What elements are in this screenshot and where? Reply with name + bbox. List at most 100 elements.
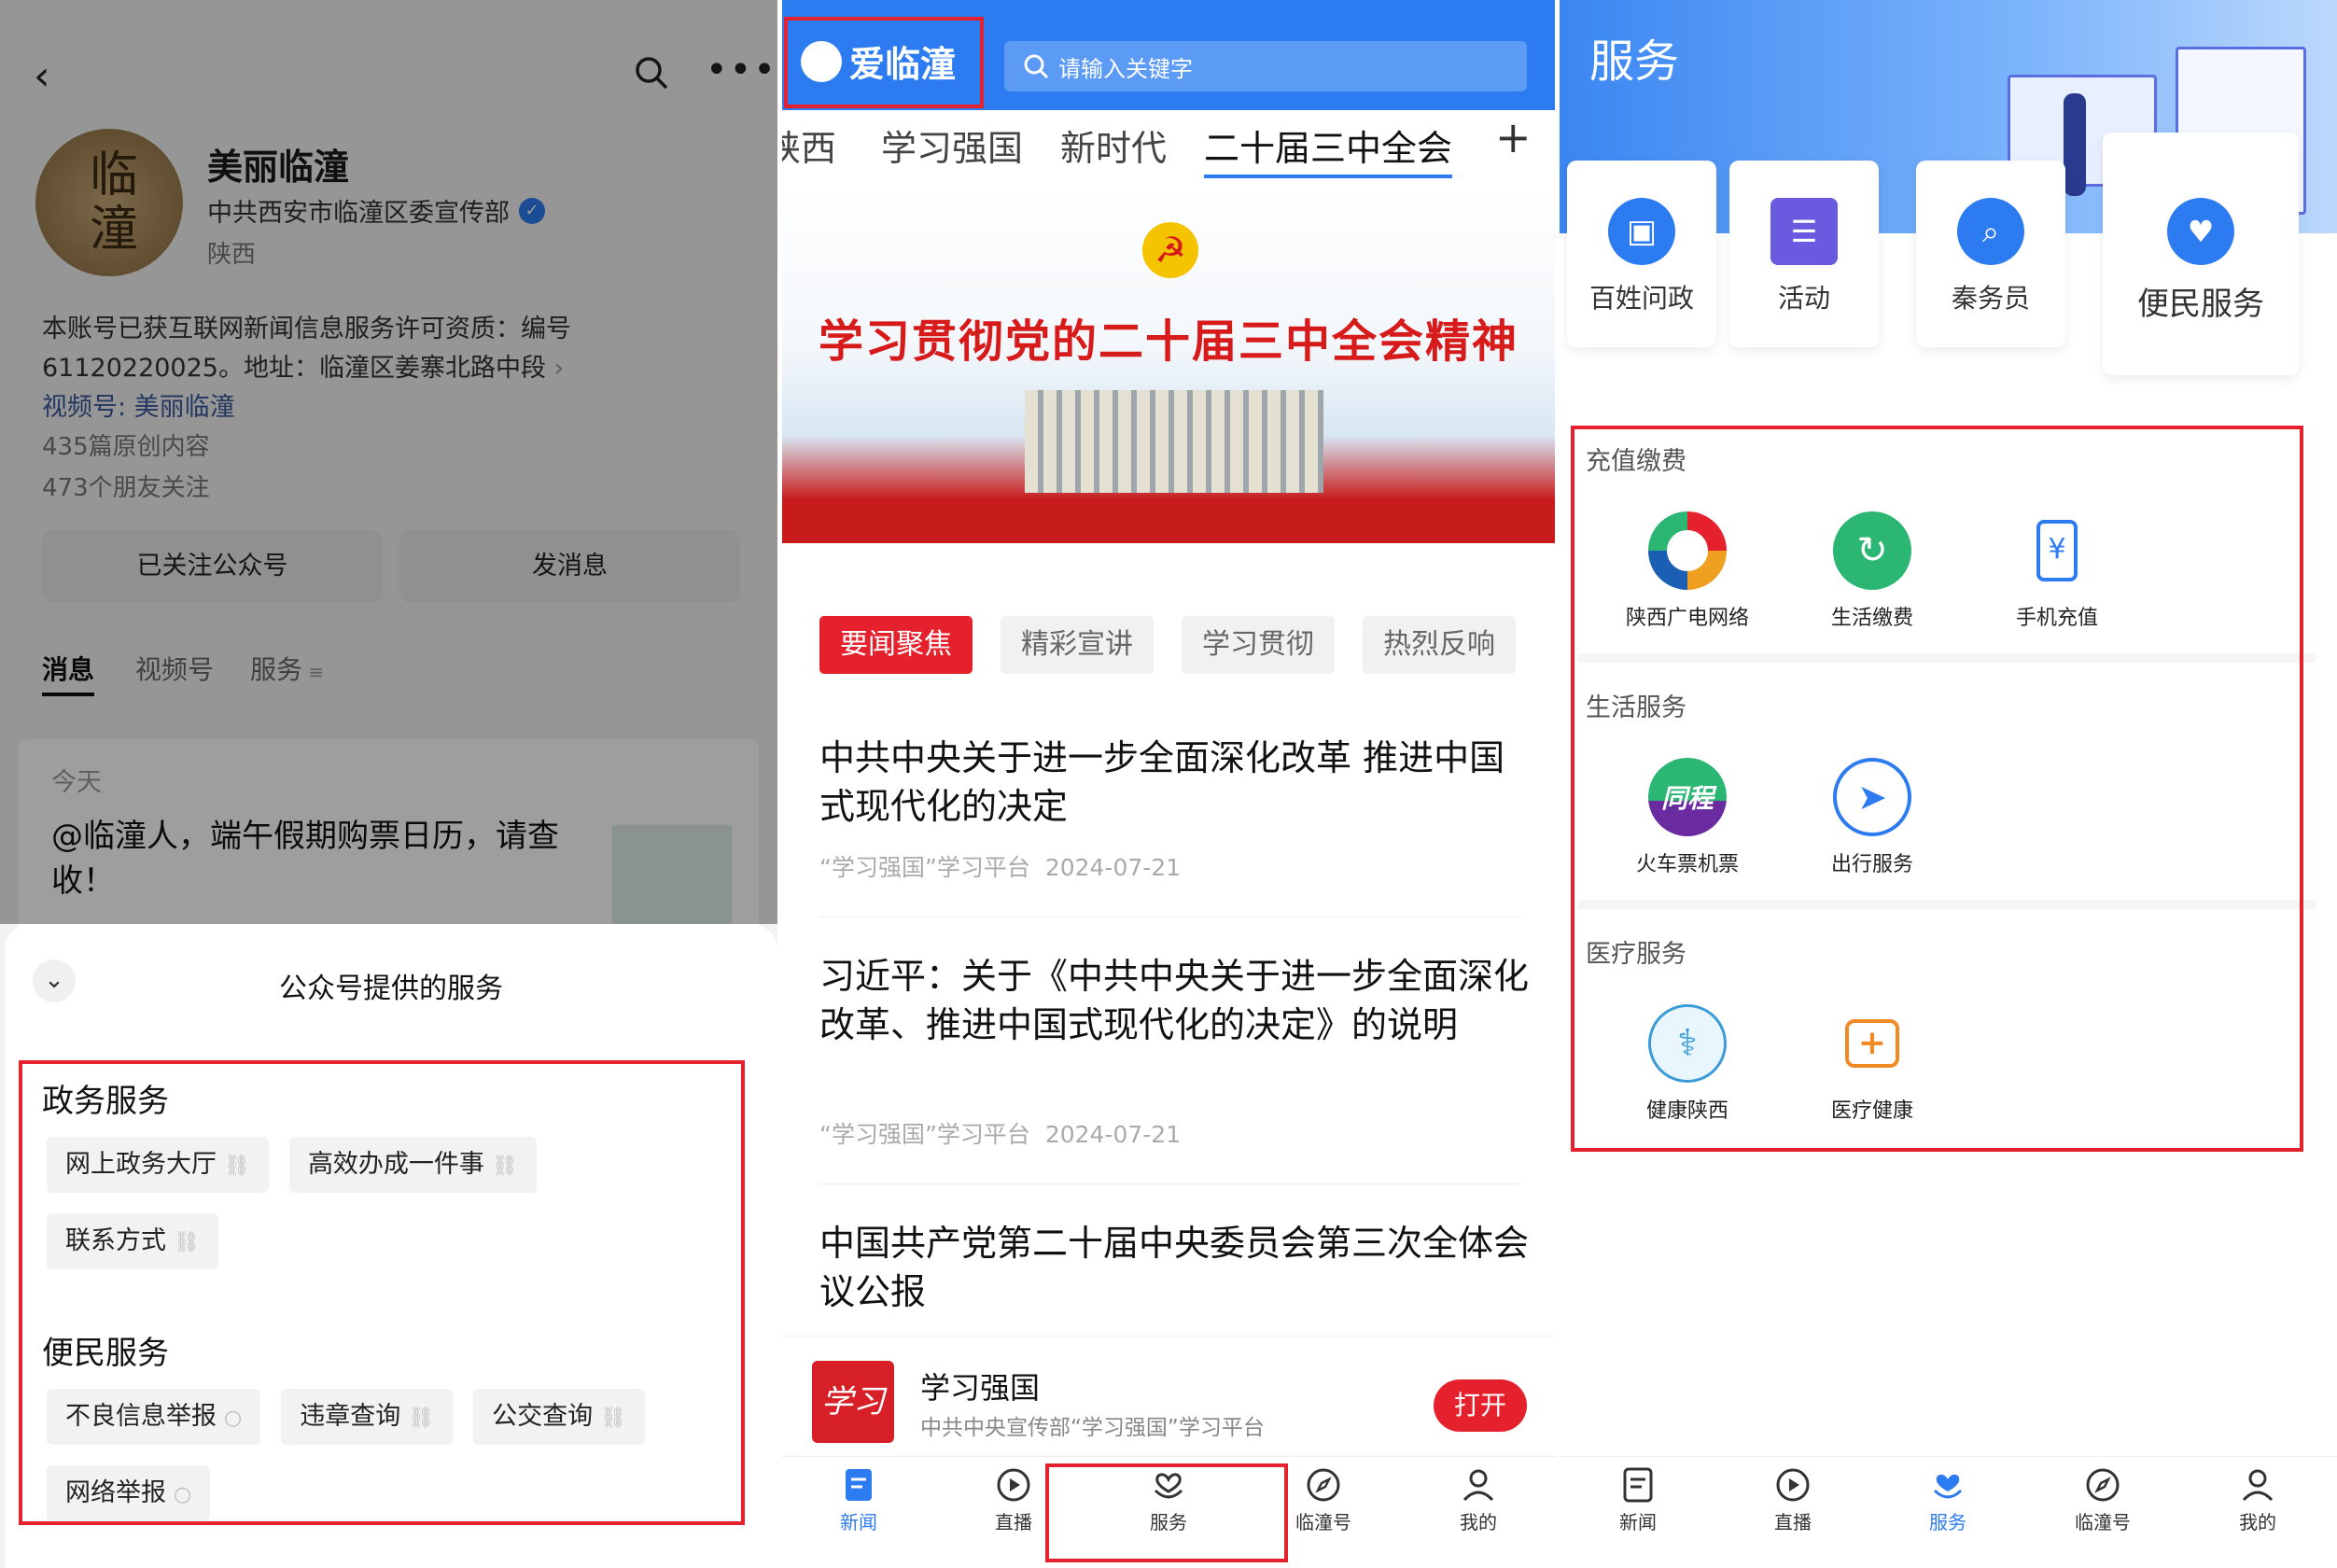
bottom-nav: 新闻 直播 服务 临潼号 我的 — [1560, 1456, 2337, 1568]
phone-yuan-icon: ¥ — [2036, 520, 2078, 581]
quick-card-activity[interactable]: ☰ 活动 — [1729, 161, 1879, 347]
open-app-button[interactable]: 打开 — [1434, 1379, 1527, 1432]
nav-lintong-hao[interactable]: 临潼号 — [1267, 1466, 1379, 1534]
user-icon — [2242, 1469, 2274, 1502]
nav-live[interactable]: 直播 — [1737, 1466, 1849, 1534]
section-title-life: 生活服务 — [1586, 693, 1686, 722]
chip-contact[interactable]: 联系方式 ⛓ — [47, 1213, 218, 1269]
cat-headline-focus[interactable]: 要闻聚焦 — [819, 616, 973, 674]
news-icon — [1623, 1467, 1653, 1503]
promo-subtitle: 中共中央宣传部“学习强国”学习平台 — [920, 1416, 1265, 1440]
nav-mine[interactable]: 我的 — [2202, 1466, 2314, 1534]
link-icon: ⛓ — [408, 1407, 435, 1430]
great-hall-image — [1025, 390, 1323, 493]
news-item-meta: “学习强国”学习平台 2024-07-21 — [819, 1121, 1182, 1148]
news-item-title[interactable]: 习近平：关于《中共中央关于进一步全面深化改革、推进中国式现代化的决定》的说明 — [819, 952, 1529, 1049]
group-civil-title: 便民服务 — [42, 1335, 169, 1372]
banner-title: 学习贯彻党的二十届三中全会精神 — [818, 315, 1518, 368]
tab-shaanxi[interactable]: 陕西 — [782, 119, 836, 171]
news-icon — [846, 1469, 872, 1501]
sheet-title: 公众号提供的服务 — [279, 973, 503, 1005]
chip-violation-query[interactable]: 违章查询 ⛓ — [281, 1389, 454, 1445]
group-gov-title: 政务服务 — [42, 1083, 169, 1120]
chip-online-gov-hall[interactable]: 网上政务大厅 ⛓ — [47, 1137, 269, 1193]
logo-icon — [801, 40, 842, 82]
user-icon — [1462, 1469, 1494, 1502]
photo-icon: ▣ — [1626, 213, 1658, 250]
svc-train-flight[interactable]: 同程 火车票机票 — [1613, 758, 1762, 877]
list-icon: ☰ — [1790, 214, 1818, 249]
nav-news[interactable]: 新闻 — [803, 1466, 915, 1534]
nav-service[interactable]: 服务 — [1892, 1466, 2004, 1534]
bottom-nav: 新闻 直播 服务 临潼号 我的 — [782, 1456, 1555, 1568]
chip-bus-query[interactable]: 公交查询 ⛓ — [473, 1389, 646, 1445]
tab-third-plenum[interactable]: 二十届三中全会 — [1204, 119, 1453, 178]
app-logo: 爱临潼 — [801, 35, 956, 87]
check-icon: ↻ — [1856, 529, 1888, 572]
chat-icon: ○ — [224, 1407, 243, 1430]
cat-study[interactable]: 学习贯彻 — [1182, 616, 1335, 674]
chip-network-report[interactable]: 网络举报 ○ — [47, 1465, 211, 1521]
heart-hand-icon: ♥ — [2187, 214, 2215, 249]
link-icon: ⛓ — [600, 1407, 627, 1430]
svc-medical-health[interactable]: + 医疗健康 — [1798, 1004, 1947, 1124]
nav-mine[interactable]: 我的 — [1422, 1466, 1534, 1534]
cat-lectures[interactable]: 精彩宣讲 — [1001, 616, 1154, 674]
news-item-title[interactable]: 中共中央关于进一步全面深化改革 推进中国式现代化的决定 — [819, 734, 1529, 831]
medical-cross-icon: + — [1845, 1019, 1899, 1068]
party-emblem-icon: ☭ — [1142, 222, 1198, 278]
compass-icon — [1307, 1468, 1340, 1502]
svc-travel[interactable]: ➤ 出行服务 — [1798, 758, 1947, 877]
group-gov-items: 网上政务大厅 ⛓ 高效办成一件事 ⛓ 联系方式 ⛓ — [47, 1137, 557, 1290]
link-icon: ⛓ — [491, 1155, 518, 1178]
search-bar[interactable]: 请输入关键字 — [1004, 41, 1527, 91]
play-icon — [1776, 1468, 1810, 1502]
news-item-title[interactable]: 中国共产党第二十届中央委员会第三次全体会议公报 — [819, 1219, 1529, 1316]
chat-icon: ○ — [174, 1483, 192, 1506]
tab-new-era[interactable]: 新时代 — [1060, 119, 1167, 171]
add-tab-icon[interactable]: + — [1495, 112, 1532, 162]
news-banner[interactable]: ☭ 学习贯彻党的二十届三中全会精神 — [782, 185, 1555, 543]
group-civil-items: 不良信息举报 ○ 违章查询 ⛓ 公交查询 ⛓ 网络举报 ○ — [47, 1389, 665, 1542]
svc-shaanxi-cable[interactable]: 陕西广电网络 — [1613, 511, 1762, 631]
quick-card-convenience[interactable]: ♥ 便民服务 — [2103, 133, 2299, 375]
chip-report-bad-info[interactable]: 不良信息举报 ○ — [47, 1389, 261, 1445]
send-icon: ➤ — [1857, 777, 1887, 818]
svc-phone-recharge[interactable]: ¥ 手机充值 — [1982, 511, 2132, 631]
section-title-recharge: 充值缴费 — [1586, 447, 1686, 476]
svc-health-shaanxi[interactable]: ⚕ 健康陕西 — [1613, 1004, 1762, 1124]
news-item-meta: “学习强国”学习平台 2024-07-21 — [819, 854, 1182, 881]
cat-responses[interactable]: 热烈反响 — [1363, 616, 1516, 674]
divider — [819, 1183, 1519, 1184]
page-title: 服务 — [1589, 35, 1680, 88]
tongcheng-logo: 同程 — [1660, 783, 1714, 814]
divider — [1578, 653, 2316, 663]
chip-one-thing[interactable]: 高效办成一件事 ⛓ — [288, 1137, 537, 1193]
services-page-panel: 服务 ▣ 百姓问政 ☰ 活动 ⌕ 秦务员 ♥ 便民服务 充值缴费 陕西广电网络 … — [1560, 0, 2337, 1568]
section-title-medical: 医疗服务 — [1586, 940, 1686, 969]
nav-lintong-hao[interactable]: 临潼号 — [2047, 1466, 2159, 1534]
doc-search-icon: ⌕ — [1982, 213, 1999, 249]
nav-live[interactable]: 直播 — [958, 1466, 1070, 1534]
search-icon — [1024, 54, 1049, 79]
tab-xuexi[interactable]: 学习强国 — [881, 119, 1023, 171]
divider — [1578, 900, 2316, 909]
overlay-dim[interactable] — [0, 0, 777, 924]
link-icon: ⛓ — [174, 1231, 200, 1254]
heart-hand-icon — [1154, 1473, 1183, 1499]
promo-title: 学习强国 — [920, 1370, 1041, 1406]
heart-hand-icon — [1933, 1474, 1963, 1499]
services-sheet: ⌄ 公众号提供的服务 政务服务 网上政务大厅 ⛓ 高效办成一件事 ⛓ 联系方式 ⛓ 便民… — [5, 924, 777, 1568]
svc-life-payment[interactable]: ↻ 生活缴费 — [1798, 511, 1947, 631]
link-icon: ⛓ — [224, 1155, 250, 1178]
quick-card-petition[interactable]: ▣ 百姓问政 — [1567, 161, 1716, 347]
nav-news[interactable]: 新闻 — [1582, 1466, 1694, 1534]
quick-card-qinwuyuan[interactable]: ⌕ 秦务员 — [1916, 161, 2065, 347]
wechat-account-panel: ‹ ••• 临潼 美丽临潼 中共西安市临潼区委宣传部 ✓ 陕西 本账号已获互联网… — [0, 0, 777, 1568]
play-icon — [997, 1468, 1030, 1502]
compass-icon — [2086, 1468, 2120, 1502]
xuexi-logo: 学习 — [812, 1361, 894, 1443]
ailintong-app-panel: 爱临潼 请输入关键字 陕西 学习强国 新时代 二十届三中全会 + ☭ 学习贯彻党… — [782, 0, 1555, 1568]
promo-banner[interactable]: 学习 学习强国 中共中央宣传部“学习强国”学习平台 打开 — [782, 1338, 1555, 1454]
nav-service[interactable]: 服务 — [1113, 1466, 1224, 1534]
